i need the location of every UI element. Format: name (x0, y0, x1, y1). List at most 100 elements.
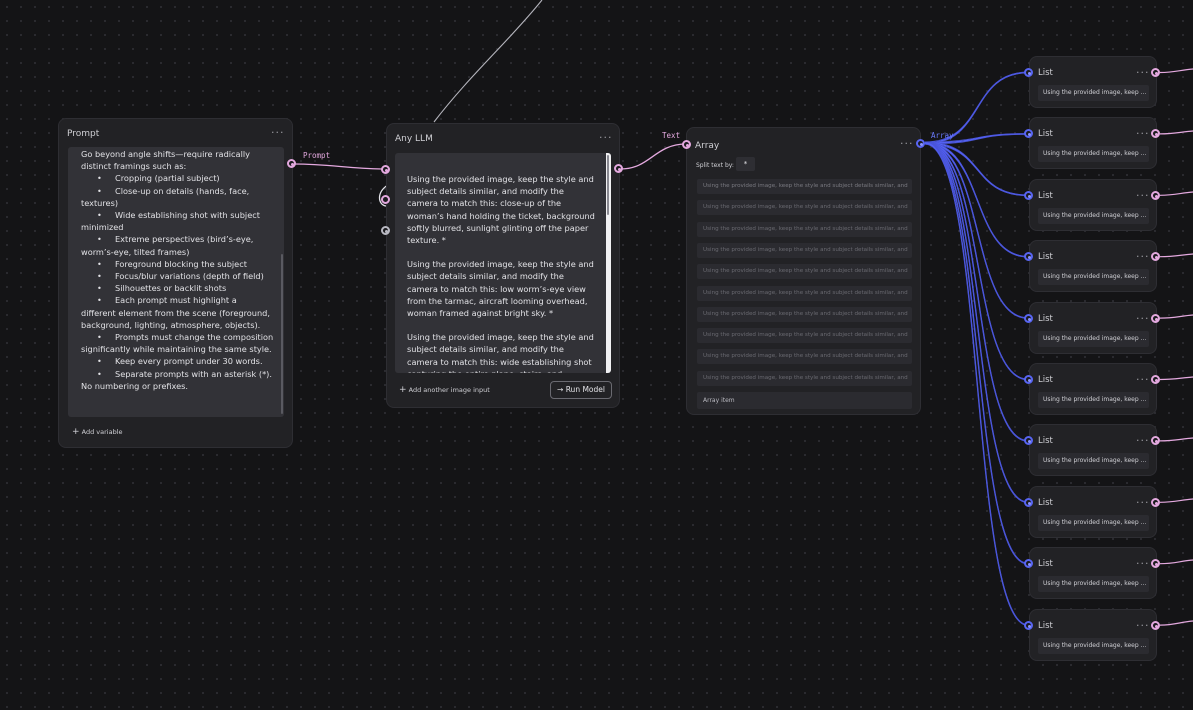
array-item-row[interactable]: Using the provided image, keep the style… (697, 285, 912, 301)
llm-output-textarea[interactable]: Using the provided image, keep the style… (395, 153, 611, 373)
array-to-list-wire-strand (924, 141, 1029, 257)
llm-text-output-port[interactable] (614, 164, 623, 173)
list-node-menu-icon[interactable]: ··· (1136, 435, 1150, 446)
llm-node[interactable]: Any LLM ··· Using the provided image, ke… (386, 123, 620, 408)
array-item-row[interactable]: Using the provided image, keep the style… (697, 179, 912, 194)
prompt-node[interactable]: Prompt ··· Go beyond angle shifts—requir… (58, 118, 293, 448)
array-item-row[interactable]: Using the provided image, keep the style… (697, 242, 912, 258)
list-input-port[interactable] (1024, 620, 1033, 630)
array-to-list-wire-strand (924, 141, 1029, 380)
array-output-port[interactable] (916, 139, 925, 148)
list-input-port[interactable] (1024, 313, 1033, 323)
prompt-textarea[interactable]: Go beyond angle shifts—require radically… (68, 147, 284, 417)
array-to-list-wire (924, 142, 1029, 442)
llm-prompt-input-port[interactable] (381, 165, 390, 174)
add-image-input-button[interactable]: + Add another image input (399, 385, 490, 395)
prompt-node-title: Prompt (67, 129, 100, 139)
array-node[interactable]: Array ··· Split text by: * Using the pro… (686, 127, 921, 415)
list-node[interactable]: List ··· Using the provided image, keep ..… (1029, 608, 1157, 661)
list-output-port[interactable] (1151, 375, 1160, 384)
list-node[interactable]: List ··· Using the provided image, keep ..… (1029, 547, 1157, 600)
prompt-output-label: Prompt (303, 151, 331, 160)
prompt-node-menu-icon[interactable]: ··· (271, 127, 285, 138)
list-node-title: List (1038, 620, 1053, 631)
list-node[interactable]: List ··· Using the provided image, keep ..… (1029, 117, 1157, 170)
split-text-label: Split text by: (696, 162, 734, 169)
array-item-row[interactable]: Using the provided image, keep the style… (697, 221, 912, 237)
list-node-menu-icon[interactable]: ··· (1136, 374, 1150, 385)
arrow-right-icon: → (557, 385, 564, 394)
list-node-value[interactable]: Using the provided image, keep ... (1038, 85, 1149, 101)
list-node-menu-icon[interactable]: ··· (1136, 620, 1150, 631)
list-node-value[interactable]: Using the provided image, keep ... (1038, 207, 1149, 224)
array-node-menu-icon[interactable]: ··· (900, 138, 914, 149)
array-item-footer[interactable]: Array item (697, 392, 912, 409)
llm-node-menu-icon[interactable]: ··· (599, 132, 613, 143)
list-input-port[interactable] (1024, 68, 1033, 77)
list-node-menu-icon[interactable]: ··· (1136, 313, 1150, 324)
list-output-port[interactable] (1151, 436, 1160, 446)
array-text-input-port[interactable] (682, 140, 691, 149)
list-node[interactable]: List ··· Using the provided image, keep ..… (1029, 301, 1157, 354)
run-model-button[interactable]: → Run Model (550, 381, 612, 399)
list-node-title: List (1038, 313, 1053, 324)
list-node-menu-icon[interactable]: ··· (1136, 128, 1150, 139)
llm-image-input-port[interactable] (381, 195, 390, 204)
list-node[interactable]: List ··· Using the provided image, keep ..… (1029, 485, 1157, 538)
add-image-input-label: Add another image input (408, 386, 490, 394)
list-node-value[interactable]: Using the provided image, keep ... (1038, 392, 1149, 408)
list-node-menu-icon[interactable]: ··· (1136, 251, 1150, 262)
list-node-value[interactable]: Using the provided image, keep ... (1038, 453, 1149, 470)
list-node-value[interactable]: Using the provided image, keep ... (1038, 576, 1149, 593)
list-node[interactable]: List ··· Using the provided image, keep ..… (1029, 424, 1157, 477)
list-output-port[interactable] (1151, 497, 1160, 507)
list-node-menu-icon[interactable]: ··· (1136, 497, 1150, 508)
list-exit-wire (1159, 620, 1193, 626)
list-node-menu-icon[interactable]: ··· (1136, 558, 1150, 569)
add-variable-button[interactable]: + Add variable (72, 427, 123, 437)
list-node-title: List (1038, 190, 1053, 201)
list-node[interactable]: List ··· Using the provided image, keep ..… (1029, 363, 1157, 415)
list-input-port[interactable] (1024, 190, 1033, 200)
array-to-list-wire (924, 142, 1029, 196)
list-node-value[interactable]: Using the provided image, keep ... (1038, 146, 1149, 163)
plus-icon: + (72, 427, 80, 437)
list-input-port[interactable] (1024, 375, 1033, 384)
array-item-row[interactable]: Using the provided image, keep the style… (697, 370, 912, 386)
list-output-port[interactable] (1151, 313, 1160, 323)
prompt-output-port[interactable] (287, 159, 296, 168)
array-item-row[interactable]: Using the provided image, keep the style… (697, 328, 912, 344)
list-output-port[interactable] (1151, 252, 1160, 262)
array-to-list-wire-strand (924, 143, 1029, 504)
list-node-menu-icon[interactable]: ··· (1136, 190, 1150, 201)
list-exit-wire (1159, 376, 1193, 381)
list-node-value[interactable]: Using the provided image, keep ... (1038, 637, 1149, 654)
bullet-mark: • (97, 368, 102, 379)
plus-icon: + (399, 385, 407, 395)
list-output-port[interactable] (1151, 68, 1160, 77)
list-node[interactable]: List ··· Using the provided image, keep ..… (1029, 240, 1157, 293)
llm-scrollbar[interactable] (607, 155, 609, 215)
bullet-text: Extreme perspectives (bird’s-eye, worm’s… (81, 234, 254, 257)
list-node-menu-icon[interactable]: ··· (1136, 67, 1150, 78)
array-to-list-wire (924, 142, 1029, 565)
llm-extra-input-port[interactable] (381, 226, 390, 235)
list-node-value[interactable]: Using the provided image, keep ... (1038, 330, 1149, 347)
array-item-row[interactable]: Using the provided image, keep the style… (697, 306, 912, 322)
list-output-port[interactable] (1151, 129, 1160, 139)
list-output-port[interactable] (1151, 190, 1160, 200)
prompt-scrollbar[interactable] (281, 254, 283, 414)
array-item-row[interactable]: Using the provided image, keep the style… (697, 200, 912, 216)
list-node-title: List (1038, 68, 1053, 78)
list-output-port[interactable] (1151, 559, 1160, 569)
list-output-port[interactable] (1151, 620, 1160, 630)
list-node-value[interactable]: Using the provided image, keep ... (1038, 269, 1149, 286)
prompt-bullet-item: • Wide establishing shot with subject min… (81, 209, 274, 233)
list-node[interactable]: List ··· Using the provided image, keep ..… (1029, 178, 1157, 231)
array-item-row[interactable]: Using the provided image, keep the style… (697, 264, 912, 280)
list-node[interactable]: List ··· Using the provided image, keep ..… (1029, 56, 1157, 108)
list-input-port[interactable] (1024, 497, 1033, 507)
list-node-value[interactable]: Using the provided image, keep ... (1038, 514, 1149, 531)
array-item-row[interactable]: Using the provided image, keep the style… (697, 349, 912, 365)
split-text-input[interactable]: * (736, 157, 755, 171)
